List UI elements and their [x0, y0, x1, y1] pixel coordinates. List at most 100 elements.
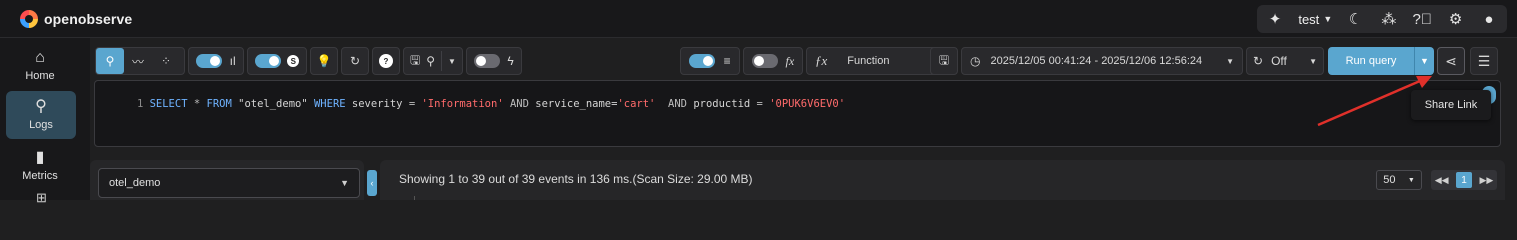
patterns-view-icon[interactable]: ⁘ — [152, 48, 180, 74]
query-token: service_name= — [535, 98, 618, 110]
page-number-button[interactable]: 1 — [1456, 172, 1472, 188]
query-token: SELECT — [149, 98, 188, 110]
nav-label-home: Home — [25, 70, 55, 82]
query-tips-button[interactable]: 💡 — [310, 47, 338, 75]
query-token: = — [756, 98, 770, 110]
quick-mode-group: ϟ — [466, 47, 522, 75]
query-text: SELECT * FROM "otel_demo" WHERE severity… — [143, 98, 845, 110]
share-link-tooltip: Share Link — [1411, 90, 1491, 120]
nav-item-metrics[interactable]: ▮ Metrics — [4, 142, 76, 190]
header-actions: ✦ test ▼ ☾ ⁂ ?⃝ ⚙ ● — [1257, 5, 1507, 33]
saved-views-group: 🖫 ⚲ ▼ — [403, 47, 463, 75]
histogram-toggle[interactable] — [196, 54, 223, 68]
query-token: severity — [345, 98, 409, 110]
share-link-button[interactable]: ⋖ — [1437, 47, 1465, 75]
query-editor[interactable]: 1 SELECT * FROM "otel_demo" WHERE severi… — [94, 80, 1501, 147]
help-button[interactable]: ? — [372, 47, 400, 75]
search-icon: ⚲ — [35, 98, 47, 115]
fx-function-icon: ƒx — [815, 53, 828, 68]
org-selector[interactable]: test ▼ — [1298, 12, 1332, 27]
fx-toggle-group: fx — [743, 47, 803, 75]
sql-icon: S — [287, 55, 300, 67]
page-size-value: 50 — [1383, 174, 1396, 186]
refresh-icon: ↻ — [1253, 54, 1264, 68]
share-icon: ⋖ — [1445, 52, 1457, 69]
stream-select-value: otel_demo — [109, 177, 161, 189]
lightning-icon: ϟ — [507, 54, 514, 68]
auto-refresh-select[interactable]: ↻ Off ▼ — [1246, 47, 1324, 75]
query-toolbar: ⚲ 〰 ⁘ ıl S 💡 ↻ ? 🖫 ⚲ ▼ ϟ ≡ fx ƒx Functio… — [90, 47, 1505, 75]
menu-icon: ☰ — [1477, 52, 1491, 69]
reset-icon: ↻ — [349, 54, 361, 68]
query-token: * — [187, 98, 207, 110]
query-token: AND — [503, 98, 536, 110]
lightbulb-icon: 💡 — [316, 54, 332, 68]
query-token: productid — [693, 98, 757, 110]
sql-toggle-group: S — [247, 47, 307, 75]
bar-chart-icon: ▮ — [35, 149, 45, 166]
save-view-icon[interactable]: 🖫 — [410, 48, 420, 74]
chevron-down-icon: ▼ — [1323, 14, 1333, 24]
query-token: 'Information' — [421, 98, 504, 110]
run-query-dropdown-icon[interactable]: ▼ — [1414, 47, 1434, 75]
function-editor-toggle[interactable] — [751, 54, 778, 68]
query-token: '0PUK6V6EV0' — [769, 98, 846, 110]
last-page-icon[interactable]: ▶▶ — [1479, 175, 1493, 186]
date-time-picker[interactable]: ◷ 2025/12/05 00:41:24 - 2025/12/06 12:56… — [961, 47, 1243, 75]
query-token: "otel_demo" — [231, 98, 314, 110]
stream-select[interactable]: otel_demo ▼ — [98, 168, 360, 198]
run-query-button[interactable]: Run query ▼ — [1328, 47, 1434, 75]
logs-view-search-icon[interactable]: ⚲ — [96, 48, 124, 74]
collapse-fields-icon[interactable]: ‹ — [367, 170, 377, 196]
nav-item-logs[interactable]: ⚲ Logs — [6, 91, 76, 139]
wrap-toggle-group: ≡ — [680, 47, 740, 75]
nav-item-traces-icon[interactable]: ⊞ — [36, 190, 47, 206]
run-query-label: Run query — [1345, 55, 1397, 67]
search-saved-icon[interactable]: ⚲ — [426, 48, 435, 74]
auto-refresh-value: Off — [1271, 54, 1287, 68]
pagination: ◀◀ 1 ▶▶ — [1431, 170, 1497, 190]
line-chart-view-icon[interactable]: 〰 — [124, 48, 152, 74]
openobserve-logo-icon — [20, 9, 38, 28]
brand-name: openobserve — [44, 10, 133, 27]
quick-mode-toggle[interactable] — [474, 54, 501, 68]
home-icon: ⌂ — [35, 49, 45, 66]
query-panel: ⚲ 〰 ⁘ ıl S 💡 ↻ ? 🖫 ⚲ ▼ ϟ ≡ fx ƒx Functio… — [90, 42, 1505, 150]
clock-icon: ◷ — [970, 54, 981, 68]
reset-button[interactable]: ↻ — [341, 47, 369, 75]
nav-label-metrics: Metrics — [22, 170, 58, 182]
page-size-select[interactable]: 50 ▼ — [1376, 170, 1422, 190]
query-token: AND — [655, 98, 694, 110]
wrap-toggle[interactable] — [689, 54, 716, 68]
more-options-button[interactable]: ☰ — [1470, 47, 1498, 75]
help-icon[interactable]: ?⃝ — [1412, 11, 1432, 28]
divider — [441, 51, 443, 71]
save-function-button[interactable]: 🖫 — [930, 47, 958, 75]
settings-gear-icon[interactable]: ⚙ — [1446, 10, 1466, 28]
user-icon[interactable]: ● — [1479, 11, 1499, 28]
date-range-text: 2025/12/05 00:41:24 - 2025/12/06 12:56:2… — [990, 55, 1203, 67]
slack-icon[interactable]: ⁂ — [1379, 10, 1399, 28]
question-icon: ? — [379, 54, 393, 68]
dark-mode-icon[interactable]: ☾ — [1346, 10, 1366, 28]
saved-views-dropdown-icon[interactable]: ▼ — [448, 48, 456, 74]
histogram-icon: ıl — [229, 54, 236, 68]
histogram-toggle-group: ıl — [188, 47, 244, 75]
query-token: WHERE — [313, 98, 346, 110]
fields-panel: otel_demo ▼ — [90, 160, 364, 200]
brand[interactable]: openobserve — [20, 9, 133, 28]
query-token: FROM — [206, 98, 232, 110]
results-status: Showing 1 to 39 out of 39 events in 136 … — [399, 172, 753, 186]
query-token: 'cart' — [617, 98, 656, 110]
results-panel: Showing 1 to 39 out of 39 events in 136 … — [380, 160, 1505, 200]
chevron-down-icon: ▼ — [340, 178, 349, 188]
chevron-down-icon: ▼ — [1309, 56, 1317, 66]
first-page-icon[interactable]: ◀◀ — [1435, 175, 1449, 186]
chevron-down-icon: ▼ — [1407, 176, 1415, 184]
ai-sparkle-icon[interactable]: ✦ — [1265, 10, 1285, 28]
query-token: = — [408, 98, 422, 110]
sql-mode-toggle[interactable] — [254, 54, 281, 68]
nav-label-logs: Logs — [29, 119, 53, 131]
nav-item-home[interactable]: ⌂ Home — [4, 42, 76, 90]
chevron-down-icon: ▼ — [1226, 56, 1234, 66]
